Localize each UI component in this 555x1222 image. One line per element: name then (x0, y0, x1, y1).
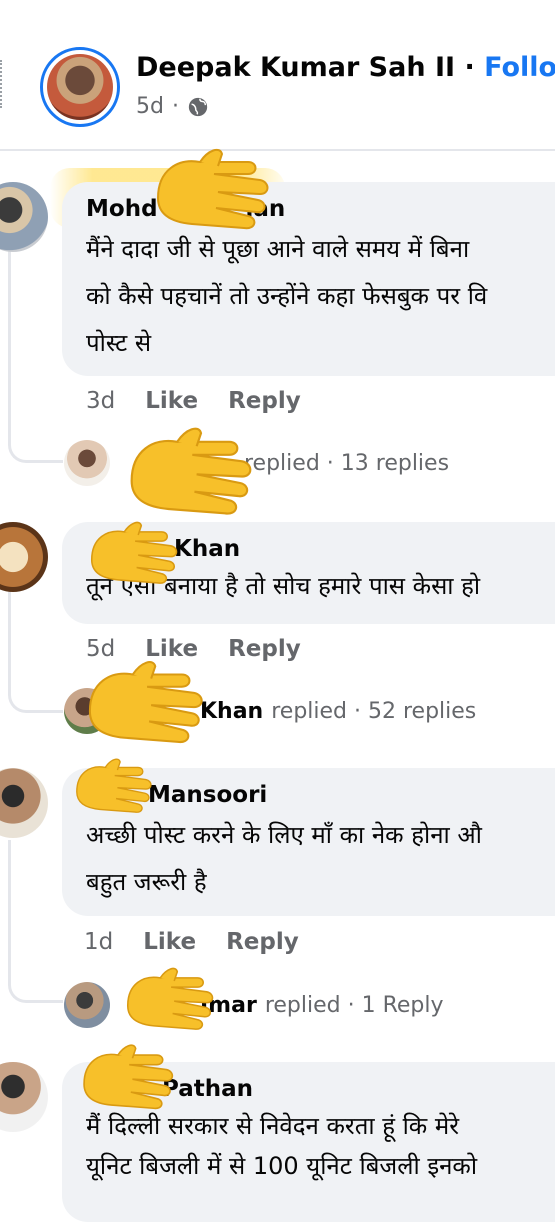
commenter-avatar[interactable] (0, 182, 48, 252)
globe-icon (188, 97, 208, 116)
poster-avatar[interactable] (40, 47, 120, 127)
post-header: Deepak Kumar Sah II · Follow 5d · (0, 0, 555, 151)
comment-bubble: Mohd ian मैंने दादा जी से पूछा आने वाले स… (62, 182, 555, 376)
like-button[interactable]: Like (143, 929, 196, 955)
thread-line (8, 590, 11, 690)
post-meta: 5d · (136, 94, 209, 119)
hand-emoji-icon (130, 427, 252, 515)
reply-button[interactable]: Reply (228, 636, 301, 662)
thread-line (8, 250, 11, 440)
comment-text: मैंने दादा जी से पूछा आने वाले समय में ब… (86, 235, 488, 357)
reply-button[interactable]: Reply (226, 929, 299, 955)
thread-connector (8, 440, 63, 463)
replier-avatar (64, 440, 110, 486)
header-divider (0, 149, 555, 151)
hand-emoji-icon (90, 521, 178, 584)
comment-time[interactable]: 3d (86, 388, 115, 414)
replier-avatar (64, 982, 110, 1028)
replies-count: replied · 52 replies (271, 698, 477, 724)
comment-text: अच्छी पोस्ट करने के लिए माँ का नेक होना … (86, 821, 482, 896)
follow-button[interactable]: Follow (484, 52, 555, 83)
comment-actions: 1d Like Reply (84, 929, 299, 955)
post-time[interactable]: 5d (136, 94, 164, 119)
commenter-avatar[interactable] (0, 1062, 48, 1132)
thread-connector (8, 980, 63, 1003)
commenter-avatar[interactable] (0, 768, 48, 838)
thread-connector (8, 690, 63, 713)
comment-time[interactable]: 1d (84, 929, 113, 955)
poster-name-row: Deepak Kumar Sah II · Follow (136, 52, 555, 83)
hand-emoji-icon (76, 758, 152, 813)
replier-name: Khan (200, 698, 264, 724)
replies-count: replied · 1 Reply (264, 992, 444, 1018)
hand-emoji-icon (83, 1044, 174, 1110)
comment-actions: 3d Like Reply (86, 388, 301, 414)
comment-author[interactable]: Mansoori (86, 782, 555, 808)
hand-emoji-icon (126, 967, 214, 1030)
replies-count: replied · 13 replies (244, 450, 450, 476)
reply-button[interactable]: Reply (228, 388, 301, 414)
name-separator: · (464, 52, 475, 83)
hand-emoji-icon (156, 148, 269, 230)
thread-line (8, 840, 11, 980)
comment-text: मैं दिल्ली सरकार से निवेदन करता हूं कि म… (86, 1112, 478, 1180)
hand-emoji-icon (88, 661, 203, 743)
meta-dot: · (171, 94, 179, 119)
poster-name[interactable]: Deepak Kumar Sah II (136, 52, 455, 83)
commenter-avatar[interactable] (0, 522, 48, 592)
back-indicator (0, 60, 6, 108)
like-button[interactable]: Like (145, 388, 198, 414)
